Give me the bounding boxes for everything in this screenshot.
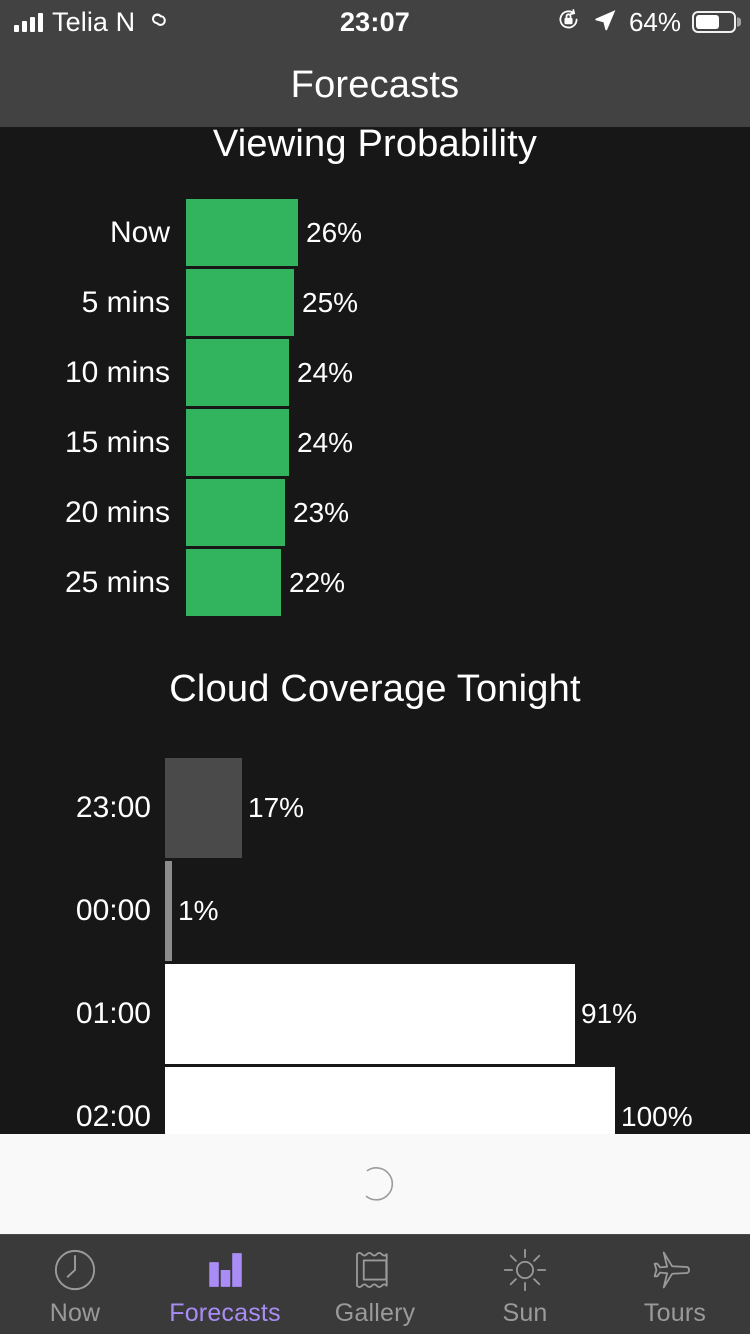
- bar-track: 26%: [186, 199, 750, 266]
- battery-percent-label: 64%: [628, 6, 681, 37]
- bar-track: 1%: [165, 861, 750, 961]
- bar-category-label: 20 mins: [64, 495, 170, 529]
- bar-track: 17%: [165, 758, 750, 858]
- chart-bar-row: 25 mins 22%: [0, 549, 750, 616]
- nav-bar: Forecasts: [0, 44, 750, 127]
- bar-fill: [165, 758, 242, 858]
- chart-bar-row: Now 26%: [0, 199, 750, 266]
- bar-fill: [186, 409, 289, 476]
- bar-fill: [186, 269, 294, 336]
- rotation-lock-icon: [555, 6, 582, 38]
- bar-value-label: 22%: [289, 566, 346, 598]
- chart-bar-row: 23:00 17%: [0, 758, 750, 858]
- tab-tours[interactable]: Tours: [600, 1235, 750, 1334]
- bar-value-label: 26%: [306, 216, 363, 248]
- chart-bar-row: 20 mins 23%: [0, 479, 750, 546]
- bar-track: 24%: [186, 409, 750, 476]
- tab-sun[interactable]: Sun: [450, 1235, 600, 1334]
- status-bar: Telia N 23:07 64%: [0, 0, 750, 44]
- tab-label-gallery: Gallery: [334, 1299, 416, 1327]
- chart-bar-row: 10 mins 24%: [0, 339, 750, 406]
- bar-category-label: 02:00: [75, 1100, 151, 1133]
- bar-value-label: 1%: [178, 895, 219, 926]
- viewing-probability-chart: Now 26% 5 mins 25% 10 mins 24% 15 mins 24% 20 mi…: [0, 199, 750, 616]
- chart-bar-row: 00:00 1%: [0, 861, 750, 961]
- bar-category-label: 25 mins: [64, 565, 170, 599]
- battery-icon: [692, 11, 736, 33]
- cloud-coverage-chart: 23:00 17% 00:00 1% 01:00 91% 02:00 100%: [0, 758, 750, 1134]
- bar-track: 25%: [186, 269, 750, 336]
- airplane-icon: [648, 1245, 702, 1295]
- bar-value-label: 91%: [581, 998, 638, 1029]
- tab-label-sun: Sun: [502, 1299, 548, 1327]
- bar-category-label: 15 mins: [64, 425, 170, 459]
- forecasts-scroll-content[interactable]: Viewing Probability Now 26% 5 mins 25% 10 mi…: [0, 127, 750, 1134]
- picture-frame-icon: [348, 1245, 402, 1295]
- bar-fill: [165, 1067, 615, 1134]
- bar-chart-icon: [198, 1245, 252, 1295]
- bar-fill: [186, 549, 281, 616]
- chart-bar-row: 5 mins 25%: [0, 269, 750, 336]
- tab-label-tours: Tours: [643, 1299, 707, 1327]
- tab-forecasts[interactable]: Forecasts: [150, 1235, 300, 1334]
- viewing-probability-title: Viewing Probability: [212, 127, 538, 165]
- chart-bar-row: 01:00 91%: [0, 964, 750, 1064]
- bar-value-label: 17%: [248, 792, 305, 823]
- bar-value-label: 24%: [297, 426, 354, 458]
- chart-bar-row: 15 mins 24%: [0, 409, 750, 476]
- bar-track: 91%: [165, 964, 750, 1064]
- bar-track: 100%: [165, 1067, 750, 1134]
- page-title: Forecasts: [290, 64, 460, 106]
- bar-track: 22%: [186, 549, 750, 616]
- chart-bar-row: 02:00 100%: [0, 1067, 750, 1134]
- bar-track: 23%: [186, 479, 750, 546]
- bar-fill: [165, 861, 172, 961]
- tab-bar: Now Forecasts Gallery Sun Tours: [0, 1234, 750, 1334]
- bar-value-label: 23%: [293, 496, 350, 528]
- bar-value-label: 25%: [302, 286, 359, 318]
- loading-panel: [0, 1134, 750, 1234]
- bar-fill: [186, 339, 289, 406]
- bar-fill: [165, 964, 575, 1064]
- bar-track: 24%: [186, 339, 750, 406]
- tab-gallery[interactable]: Gallery: [300, 1235, 450, 1334]
- tab-label-now: Now: [49, 1299, 101, 1327]
- location-arrow-icon: [593, 7, 618, 37]
- cloud-coverage-title: Cloud Coverage Tonight: [169, 668, 581, 710]
- bar-category-label: 01:00: [75, 997, 151, 1030]
- bar-value-label: 100%: [621, 1101, 693, 1132]
- clock-icon: [48, 1245, 102, 1295]
- tab-now[interactable]: Now: [0, 1235, 150, 1334]
- bar-category-label: 10 mins: [64, 355, 170, 389]
- bar-category-label: 5 mins: [81, 285, 170, 319]
- bar-category-label: 00:00: [75, 894, 151, 927]
- bar-value-label: 24%: [297, 356, 354, 388]
- sun-icon: [498, 1245, 552, 1295]
- bar-fill: [186, 479, 285, 546]
- bar-category-label: 23:00: [75, 791, 151, 824]
- bar-fill: [186, 199, 298, 266]
- tab-label-forecasts: Forecasts: [169, 1299, 281, 1327]
- loading-spinner-icon: [353, 1162, 397, 1206]
- status-bar-right: 64%: [555, 6, 736, 38]
- app-screen: Telia N 23:07 64% Forecasts Viewing Prob…: [0, 0, 750, 1334]
- bar-category-label: Now: [109, 215, 170, 249]
